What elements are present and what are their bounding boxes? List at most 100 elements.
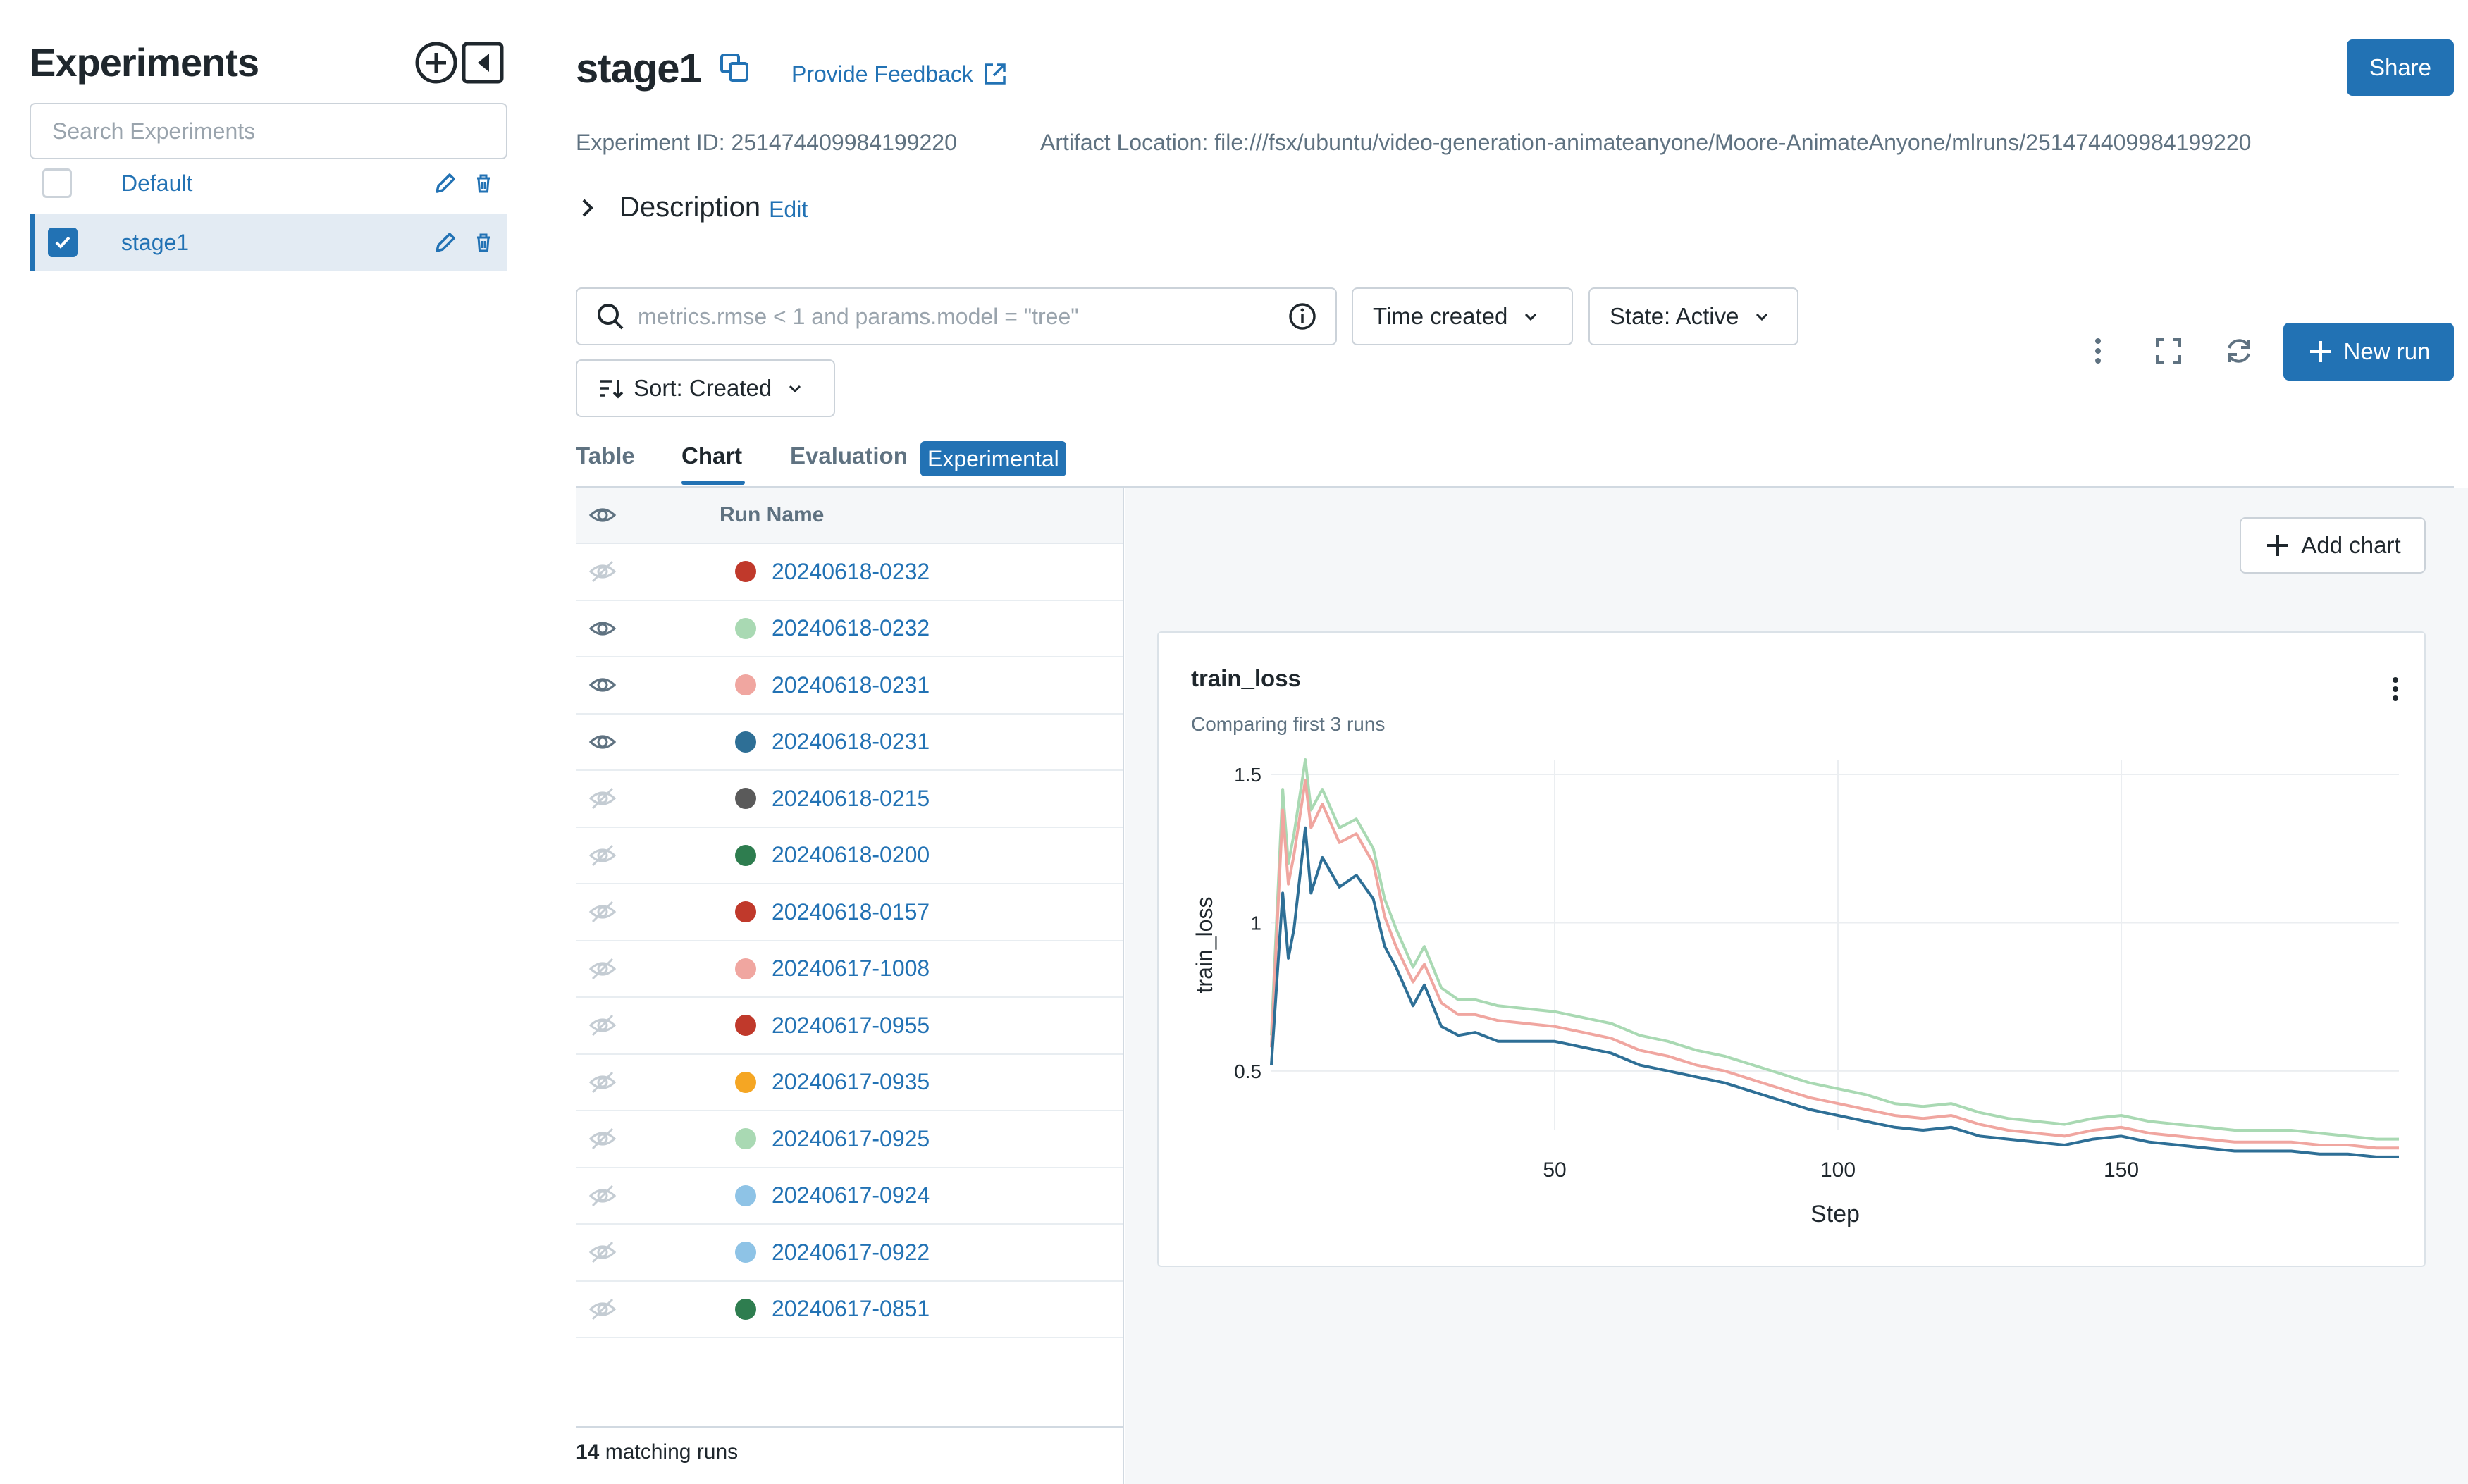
table-row[interactable]: 20240617-0925: [576, 1111, 1123, 1168]
tab-table[interactable]: Table: [576, 443, 635, 469]
run-search-box[interactable]: [576, 287, 1337, 345]
info-icon[interactable]: [1288, 302, 1317, 331]
more-options-icon[interactable]: [2070, 323, 2126, 379]
y-tick-label: 0.5: [1234, 1061, 1261, 1082]
sort-icon: [600, 380, 624, 399]
edit-icon[interactable]: [431, 228, 459, 256]
eye-off-icon[interactable]: [588, 784, 617, 812]
chevron-right-icon[interactable]: [576, 196, 600, 220]
share-button[interactable]: Share: [2347, 39, 2454, 96]
sidebar-item-stage1[interactable]: stage1: [30, 214, 507, 271]
edit-icon[interactable]: [431, 169, 459, 197]
run-name-link[interactable]: 20240617-0922: [772, 1239, 930, 1266]
table-row[interactable]: 20240617-0935: [576, 1055, 1123, 1111]
x-tick-label: 50: [1543, 1158, 1566, 1182]
table-row[interactable]: 20240618-0232: [576, 544, 1123, 601]
run-search-input[interactable]: [638, 303, 1288, 330]
run-color-dot: [735, 1015, 756, 1037]
tab-chart[interactable]: Chart: [681, 443, 742, 469]
eye-off-icon[interactable]: [588, 1238, 617, 1266]
sidebar-item-default[interactable]: Default: [30, 155, 507, 211]
eye-off-icon[interactable]: [588, 1011, 617, 1039]
eye-off-icon[interactable]: [588, 1125, 617, 1153]
description-toggle[interactable]: Description Edit: [576, 192, 808, 223]
table-row[interactable]: 20240618-0232: [576, 601, 1123, 657]
x-tick-label: 150: [2104, 1158, 2139, 1182]
eye-icon[interactable]: [588, 614, 617, 643]
new-run-button[interactable]: New run: [2283, 323, 2454, 381]
experiment-checkbox-checked[interactable]: [48, 228, 78, 257]
train-loss-chart: 0.5 1 1.5 50 100 150 Step train_loss: [1192, 758, 2399, 1228]
y-axis-label: train_loss: [1192, 897, 1217, 994]
table-row[interactable]: 20240617-0851: [576, 1282, 1123, 1338]
run-name-link[interactable]: 20240617-0935: [772, 1069, 930, 1095]
table-row[interactable]: 20240618-0231: [576, 715, 1123, 771]
table-row[interactable]: 20240618-0231: [576, 657, 1123, 715]
matching-runs-number: 14: [576, 1440, 600, 1464]
trash-icon[interactable]: [469, 228, 498, 256]
eye-icon[interactable]: [588, 501, 617, 529]
run-name-link[interactable]: 20240617-1008: [772, 956, 930, 982]
tab-evaluation[interactable]: Evaluation: [790, 443, 908, 469]
eye-icon[interactable]: [588, 671, 617, 699]
eye-off-icon[interactable]: [588, 898, 617, 926]
run-name-column-header: Run Name: [720, 503, 825, 526]
fullscreen-icon[interactable]: [2140, 323, 2197, 379]
table-row[interactable]: 20240617-0955: [576, 998, 1123, 1055]
table-row[interactable]: 20240618-0215: [576, 771, 1123, 828]
plus-icon: [2267, 535, 2289, 556]
x-tick-label: 100: [1820, 1158, 1856, 1182]
add-experiment-icon[interactable]: [414, 41, 458, 85]
table-row[interactable]: 20240618-0200: [576, 828, 1123, 884]
eye-icon[interactable]: [588, 728, 617, 756]
eye-off-icon[interactable]: [588, 1182, 617, 1210]
run-color-dot: [735, 1128, 756, 1150]
new-run-label: New run: [2343, 338, 2431, 364]
eye-off-icon[interactable]: [588, 955, 617, 983]
search-experiments-input[interactable]: [30, 103, 507, 159]
run-color-dot: [735, 958, 756, 979]
experimental-badge: Experimental: [920, 441, 1066, 476]
run-name-link[interactable]: 20240618-0231: [772, 672, 930, 698]
run-name-link[interactable]: 20240618-0232: [772, 615, 930, 641]
run-name-link[interactable]: 20240618-0215: [772, 786, 930, 812]
table-footer-divider: [576, 1426, 1123, 1428]
eye-off-icon[interactable]: [588, 841, 617, 870]
table-row[interactable]: 20240618-0157: [576, 884, 1123, 941]
sidebar-item-label: Default: [121, 170, 193, 196]
run-color-dot: [735, 1071, 756, 1093]
table-row[interactable]: 20240617-0924: [576, 1168, 1123, 1225]
add-chart-button[interactable]: Add chart: [2240, 517, 2426, 574]
run-name-link[interactable]: 20240617-0925: [772, 1126, 930, 1152]
sidebar-item-label: stage1: [121, 229, 190, 255]
refresh-icon[interactable]: [2211, 323, 2267, 379]
table-row[interactable]: 20240617-0922: [576, 1225, 1123, 1282]
description-label: Description: [619, 192, 761, 223]
copy-icon[interactable]: [719, 52, 750, 87]
run-name-link[interactable]: 20240617-0955: [772, 1013, 930, 1039]
run-name-link[interactable]: 20240617-0924: [772, 1182, 930, 1208]
provide-feedback-link[interactable]: Provide Feedback: [791, 61, 1008, 87]
experiment-checkbox[interactable]: [42, 168, 72, 198]
collapse-sidebar-icon[interactable]: [461, 41, 505, 85]
sort-label: Sort: Created: [634, 375, 772, 401]
eye-off-icon[interactable]: [588, 557, 617, 586]
run-name-link[interactable]: 20240618-0231: [772, 729, 930, 755]
state-dropdown[interactable]: State: Active: [1588, 287, 1798, 345]
x-axis-label: Step: [1810, 1201, 1860, 1228]
eye-off-icon[interactable]: [588, 1068, 617, 1096]
time-created-dropdown[interactable]: Time created: [1352, 287, 1573, 345]
run-name-link[interactable]: 20240618-0157: [772, 899, 930, 925]
run-color-dot: [735, 731, 756, 753]
feedback-label: Provide Feedback: [791, 61, 973, 87]
run-name-link[interactable]: 20240617-0851: [772, 1296, 930, 1322]
table-row[interactable]: 20240617-1008: [576, 941, 1123, 998]
run-color-dot: [735, 788, 756, 810]
edit-description-link[interactable]: Edit: [769, 197, 808, 223]
sort-dropdown[interactable]: Sort: Created: [576, 359, 835, 417]
eye-off-icon[interactable]: [588, 1295, 617, 1323]
run-name-link[interactable]: 20240618-0200: [772, 842, 930, 868]
trash-icon[interactable]: [469, 169, 498, 197]
run-color-dot: [735, 1298, 756, 1320]
run-name-link[interactable]: 20240618-0232: [772, 559, 930, 585]
